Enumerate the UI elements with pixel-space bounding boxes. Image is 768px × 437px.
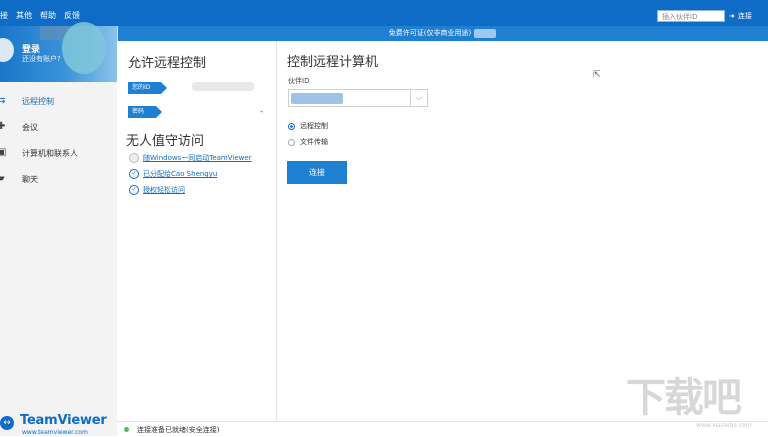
radio-unselected-icon (288, 138, 295, 146)
partner-id-label: 伙伴ID (288, 77, 310, 85)
partner-id-combobox[interactable]: ⌵ (288, 89, 428, 107)
partner-id-quick-input[interactable]: 插入伙伴ID (657, 10, 725, 22)
teamviewer-logo-icon: ↔ (0, 416, 14, 430)
teamviewer-logo: ↔ TeamViewer www.teamviewer.com (0, 412, 117, 436)
sidebar-item-meeting[interactable]: ✚ 会议 (0, 114, 117, 140)
arrow-right-icon: ➜ (729, 12, 735, 20)
sidebar-item-label: 远程控制 (22, 96, 54, 106)
password-value[interactable]: - (260, 107, 263, 116)
check-circle-icon: ✓ (129, 185, 139, 195)
assigned-row: ✓ 已分配给Cao Shengyu (129, 169, 217, 179)
allow-remote-title: 允许远程控制 (128, 56, 207, 71)
meeting-icon: ✚ (0, 121, 6, 132)
watermark-logo: 下载吧 (626, 375, 742, 421)
brand-url[interactable]: www.teamviewer.com (22, 429, 88, 436)
main-menu: 接 其他 帮助 反馈 (0, 10, 80, 21)
menu-bar: 接 其他 帮助 反馈 插入伙伴ID ➜ 连接 (0, 0, 768, 26)
unattended-title: 无人值守访问 (126, 134, 205, 149)
allow-remote-panel: 允许远程控制 您的ID 密码 - 无人值守访问 随Windows一同启动Team… (117, 41, 277, 421)
arrows-icon: ⇆ (0, 95, 6, 106)
contacts-icon: ▣ (0, 147, 7, 158)
sidebar-item-label: 会议 (22, 122, 38, 132)
profile-header[interactable]: 登录 还没有账户? (0, 22, 117, 82)
easy-access-text[interactable]: 授权轻松访问 (143, 185, 185, 195)
menu-item-other[interactable]: 其他 (16, 10, 32, 21)
mouse-cursor-icon: ⇱ (593, 70, 601, 80)
watermark-url: www.xiazaiba.com (696, 422, 752, 429)
sidebar-item-contacts[interactable]: ▣ 计算机和联系人 (0, 140, 117, 166)
start-with-windows-link[interactable]: 随Windows一同启动TeamViewer (143, 153, 252, 163)
sidebar-item-chat[interactable]: ▰ 聊天 (0, 166, 117, 192)
no-account-text[interactable]: 还没有账户? (22, 54, 61, 64)
quick-connect-label: 连接 (737, 12, 752, 20)
blurred-region (291, 93, 343, 104)
sidebar-item-label: 聊天 (22, 174, 38, 184)
sidebar-item-label: 计算机和联系人 (22, 148, 78, 158)
sidebar: 登录 还没有账户? ⇆ 远程控制 ✚ 会议 ▣ 计算机和联系人 ▰ 聊天 ↔ T… (0, 22, 118, 436)
check-circle-icon: ✓ (129, 169, 139, 179)
radio-file-transfer[interactable]: 文件传输 (288, 137, 328, 147)
radio-selected-icon (288, 122, 295, 130)
start-with-windows-row[interactable]: 随Windows一同启动TeamViewer (129, 153, 252, 163)
chevron-down-icon[interactable]: ⌵ (410, 90, 427, 106)
menu-item-help[interactable]: 帮助 (40, 10, 56, 21)
watermark: 下载吧 www.xiazaiba.com (626, 376, 764, 432)
password-label: 密码 (128, 106, 162, 118)
radio-label: 文件传输 (300, 138, 328, 146)
connect-button[interactable]: 连接 (287, 161, 347, 184)
radio-remote-control[interactable]: 远程控制 (288, 121, 328, 131)
your-id-label: 您的ID (128, 82, 167, 94)
assigned-text[interactable]: 已分配给Cao Shengyu (143, 169, 217, 179)
blurred-region (474, 28, 497, 38)
control-remote-panel: 控制远程计算机 伙伴ID ⌵ 远程控制 文件传输 连接 (277, 41, 768, 421)
sidebar-item-remote-control[interactable]: ⇆ 远程控制 (0, 88, 117, 114)
license-bar: 免费许可证(仅非商业用途) (117, 26, 768, 41)
blurred-region (62, 22, 106, 74)
check-circle-icon (129, 153, 139, 163)
quick-connect-button[interactable]: ➜ 连接 (729, 10, 765, 22)
radio-label: 远程控制 (300, 122, 328, 130)
menu-item-connect[interactable]: 接 (0, 10, 8, 21)
avatar[interactable] (0, 38, 14, 62)
easy-access-row: ✓ 授权轻松访问 (129, 185, 185, 195)
chat-icon: ▰ (0, 173, 5, 184)
status-text: 连接准备已就绪(安全连接) (137, 426, 220, 434)
blurred-region (192, 82, 254, 91)
brand-name: TeamViewer (20, 413, 107, 428)
control-remote-title: 控制远程计算机 (287, 55, 379, 70)
menu-item-feedback[interactable]: 反馈 (64, 10, 80, 21)
status-dot-icon (124, 427, 129, 432)
license-text: 免费许可证(仅非商业用途) (388, 29, 472, 37)
sidebar-nav: ⇆ 远程控制 ✚ 会议 ▣ 计算机和联系人 ▰ 聊天 (0, 88, 117, 192)
